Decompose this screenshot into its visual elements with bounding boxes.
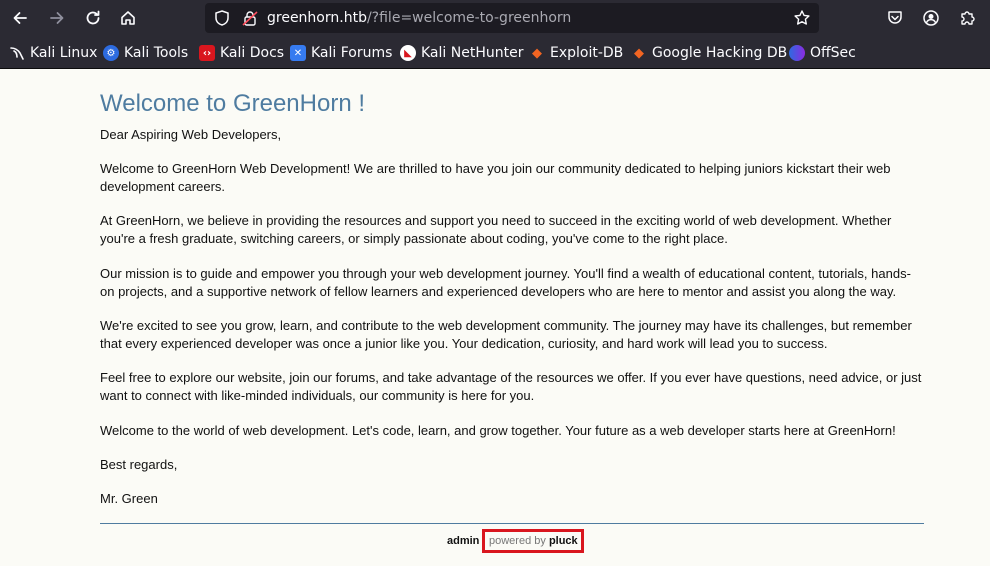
kali-forums-icon: ✕	[290, 45, 306, 61]
bookmark-offsec[interactable]: OffSec	[789, 44, 856, 62]
closing-paragraph: Welcome to the world of web development.…	[100, 423, 896, 438]
arrow-left-icon	[13, 12, 27, 24]
back-button[interactable]	[6, 4, 34, 32]
puzzle-icon	[961, 11, 975, 25]
account-button[interactable]	[917, 4, 945, 32]
bookmark-label: OffSec	[810, 45, 856, 61]
kali-tools-icon: ⚙	[103, 45, 119, 61]
reload-button[interactable]	[79, 4, 107, 32]
admin-link[interactable]: admin	[447, 535, 479, 547]
bookmark-kali-tools[interactable]: ⚙ Kali Tools	[103, 44, 188, 62]
greeting-paragraph: Dear Aspiring Web Developers,	[100, 127, 282, 142]
home-icon	[121, 11, 135, 25]
bookmark-star-icon[interactable]	[793, 9, 811, 27]
bookmarks-bar: Kali Linux ⚙ Kali Tools ‹› Kali Docs ✕ K…	[0, 36, 990, 69]
bookmark-label: Kali Forums	[311, 45, 393, 61]
extensions-button[interactable]	[953, 4, 981, 32]
exploit-db-icon: ◆	[532, 45, 542, 61]
url-bar[interactable]: greenhorn.htb/?file=welcome-to-greenhorn	[205, 3, 819, 33]
offsec-icon	[789, 45, 805, 61]
kali-docs-icon: ‹›	[199, 45, 215, 61]
powered-by-pluck[interactable]: powered by pluck	[482, 529, 584, 553]
url-text[interactable]: greenhorn.htb/?file=welcome-to-greenhorn	[267, 9, 571, 27]
kali-nethunter-icon: ◣	[400, 45, 416, 61]
bookmark-exploit-db[interactable]: ◆ Exploit-DB	[529, 44, 623, 62]
account-icon	[923, 10, 939, 26]
url-host: greenhorn.htb	[267, 10, 367, 26]
shield-icon[interactable]	[213, 9, 231, 27]
bookmark-label: Exploit-DB	[550, 45, 624, 61]
bookmark-kali-forums[interactable]: ✕ Kali Forums	[290, 44, 392, 62]
signature-line: Mr. Green	[100, 491, 158, 506]
regards-line: Best regards,	[100, 457, 178, 472]
arrow-right-icon	[50, 12, 64, 24]
bookmark-kali-docs[interactable]: ‹› Kali Docs	[199, 44, 284, 62]
footer-divider	[100, 523, 924, 524]
kali-dragon-icon	[9, 45, 25, 61]
bookmark-label: Google Hacking DB	[652, 45, 788, 61]
browser-chrome: greenhorn.htb/?file=welcome-to-greenhorn…	[0, 0, 990, 69]
explore-paragraph: Feel free to explore our website, join o…	[100, 370, 922, 403]
page-footer: admin powered by pluck	[100, 529, 924, 553]
bookmark-label: Kali Tools	[124, 45, 189, 61]
home-button[interactable]	[114, 4, 142, 32]
page-title: Welcome to GreenHorn !	[100, 90, 365, 117]
belief-paragraph: At GreenHorn, we believe in providing th…	[100, 213, 892, 246]
pocket-button[interactable]	[881, 4, 909, 32]
growth-paragraph: We're excited to see you grow, learn, an…	[100, 318, 912, 351]
insecure-lock-icon[interactable]	[241, 9, 259, 27]
bookmark-label: Kali NetHunter	[421, 45, 524, 61]
powered-by-text: powered by	[489, 535, 546, 547]
ghdb-icon: ◆	[634, 45, 644, 61]
pluck-brand: pluck	[548, 535, 578, 547]
bookmark-google-hacking-db[interactable]: ◆ Google Hacking DB	[631, 44, 787, 62]
intro-paragraph: Welcome to GreenHorn Web Development! We…	[100, 161, 891, 194]
bookmark-kali-nethunter[interactable]: ◣ Kali NetHunter	[400, 44, 523, 62]
reload-icon	[86, 10, 100, 25]
bookmark-label: Kali Linux	[30, 45, 98, 61]
forward-button[interactable]	[43, 4, 71, 32]
bookmark-kali-linux[interactable]: Kali Linux	[9, 44, 97, 62]
pocket-icon	[888, 11, 902, 24]
url-path: /?file=welcome-to-greenhorn	[366, 10, 572, 26]
browser-toolbar: greenhorn.htb/?file=welcome-to-greenhorn	[0, 0, 990, 36]
bookmark-label: Kali Docs	[220, 45, 285, 61]
mission-paragraph: Our mission is to guide and empower you …	[100, 266, 911, 299]
